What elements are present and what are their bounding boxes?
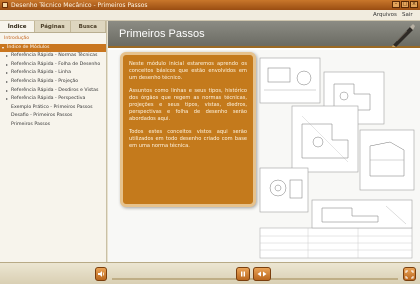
nav-item-label: Referência Rápida - Desdiros e Vistas xyxy=(11,87,99,93)
sound-button[interactable] xyxy=(95,267,107,281)
pause-icon xyxy=(241,271,245,277)
usage-paragraph: Todos estes conceitos vistos aqui serão … xyxy=(129,128,247,150)
minimize-button[interactable]: – xyxy=(392,1,400,8)
fullscreen-button[interactable] xyxy=(403,267,416,281)
nav-item-label: Referência Rápida - Perspectiva xyxy=(11,96,86,102)
playback-bar xyxy=(0,262,420,284)
nav-item-perspectiva[interactable]: ▸ Referência Rápida - Perspectiva xyxy=(0,95,106,104)
intro-text-card: Neste módulo inicial estaremos aprendo o… xyxy=(120,52,256,207)
nav-item-label: Referência Rápida - Linha xyxy=(11,70,71,76)
nav-item-label: Referência Rápida - Folha de Desenho xyxy=(11,61,101,67)
sidebar-tabs: Índice Páginas Busca xyxy=(0,21,106,33)
content-panel: Primeiros Passos Neste módulo inicial es… xyxy=(108,21,420,262)
window-title: Desenho Técnico Mecânico - Primeiros Pas… xyxy=(11,1,148,9)
app-icon xyxy=(2,2,8,8)
app-window: Desenho Técnico Mecânico - Primeiros Pas… xyxy=(0,0,420,284)
nav-item-primeiros-passos[interactable]: Primeiros Passos xyxy=(0,121,106,130)
tab-busca[interactable]: Busca xyxy=(71,21,106,32)
topics-paragraph: Assuntos como linhas e seus tipos, histó… xyxy=(129,87,247,123)
tab-paginas[interactable]: Páginas xyxy=(35,21,71,32)
intro-paragraph: Neste módulo inicial estaremos aprendo o… xyxy=(129,61,247,82)
nav-item-label: Primeiros Passos xyxy=(11,121,51,127)
pause-button[interactable] xyxy=(236,267,250,281)
fullscreen-icon xyxy=(405,270,414,278)
page-title: Primeiros Passos xyxy=(119,28,205,40)
nav-item-label: Índice de Módulos xyxy=(7,44,50,50)
nav-item-linha[interactable]: ▸ Referência Rápida - Linha xyxy=(0,69,106,78)
prev-next-icon xyxy=(257,271,267,277)
nav-item-label: Desafio - Primeiros Passos xyxy=(11,113,73,119)
nav-item-projecao[interactable]: ▸ Referência Rápida - Projeção xyxy=(0,78,106,87)
index-tree: Introdução ▾ Índice de Módulos ▸ Referênci… xyxy=(0,33,106,130)
nav-item-folha-desenho[interactable]: ▸ Referência Rápida - Folha de Desenho xyxy=(0,61,106,70)
nav-item-diedros-vistas[interactable]: ▸ Referência Rápida - Desdiros e Vistas xyxy=(0,87,106,96)
menu-bar: Arquivos Sair xyxy=(0,10,420,21)
title-bar: Desenho Técnico Mecânico - Primeiros Pas… xyxy=(0,0,420,10)
maximize-button[interactable]: □ xyxy=(401,1,409,8)
menu-arquivos[interactable]: Arquivos xyxy=(373,12,397,18)
page-header: Primeiros Passos xyxy=(108,21,420,48)
nav-item-normas-tecnicas[interactable]: ▸ Referência Rápida - Normas Técnicas xyxy=(0,52,106,61)
prev-next-button[interactable] xyxy=(253,267,271,281)
nav-item-exemplo-pratico[interactable]: Exemplo Prático - Primeiros Passos xyxy=(0,104,106,113)
nav-item-indice-modulos[interactable]: ▾ Índice de Módulos xyxy=(0,43,106,53)
nav-item-introducao[interactable]: Introdução xyxy=(0,35,106,44)
speaker-icon xyxy=(98,271,104,277)
nav-item-label: Referência Rápida - Projeção xyxy=(11,78,79,84)
sidebar: Índice Páginas Busca Introdução ▾ Índice … xyxy=(0,21,107,262)
nav-item-desafio[interactable]: Desafio - Primeiros Passos xyxy=(0,112,106,121)
tab-indice[interactable]: Índice xyxy=(0,21,36,32)
pen-icon xyxy=(392,24,415,47)
window-controls: – □ × xyxy=(392,1,418,8)
menu-sair[interactable]: Sair xyxy=(402,12,413,18)
nav-item-label: Referência Rápida - Normas Técnicas xyxy=(11,53,98,59)
nav-item-label: Introdução xyxy=(4,36,30,41)
nav-item-label: Exemplo Prático - Primeiros Passos xyxy=(11,104,93,110)
close-button[interactable]: × xyxy=(410,1,418,8)
